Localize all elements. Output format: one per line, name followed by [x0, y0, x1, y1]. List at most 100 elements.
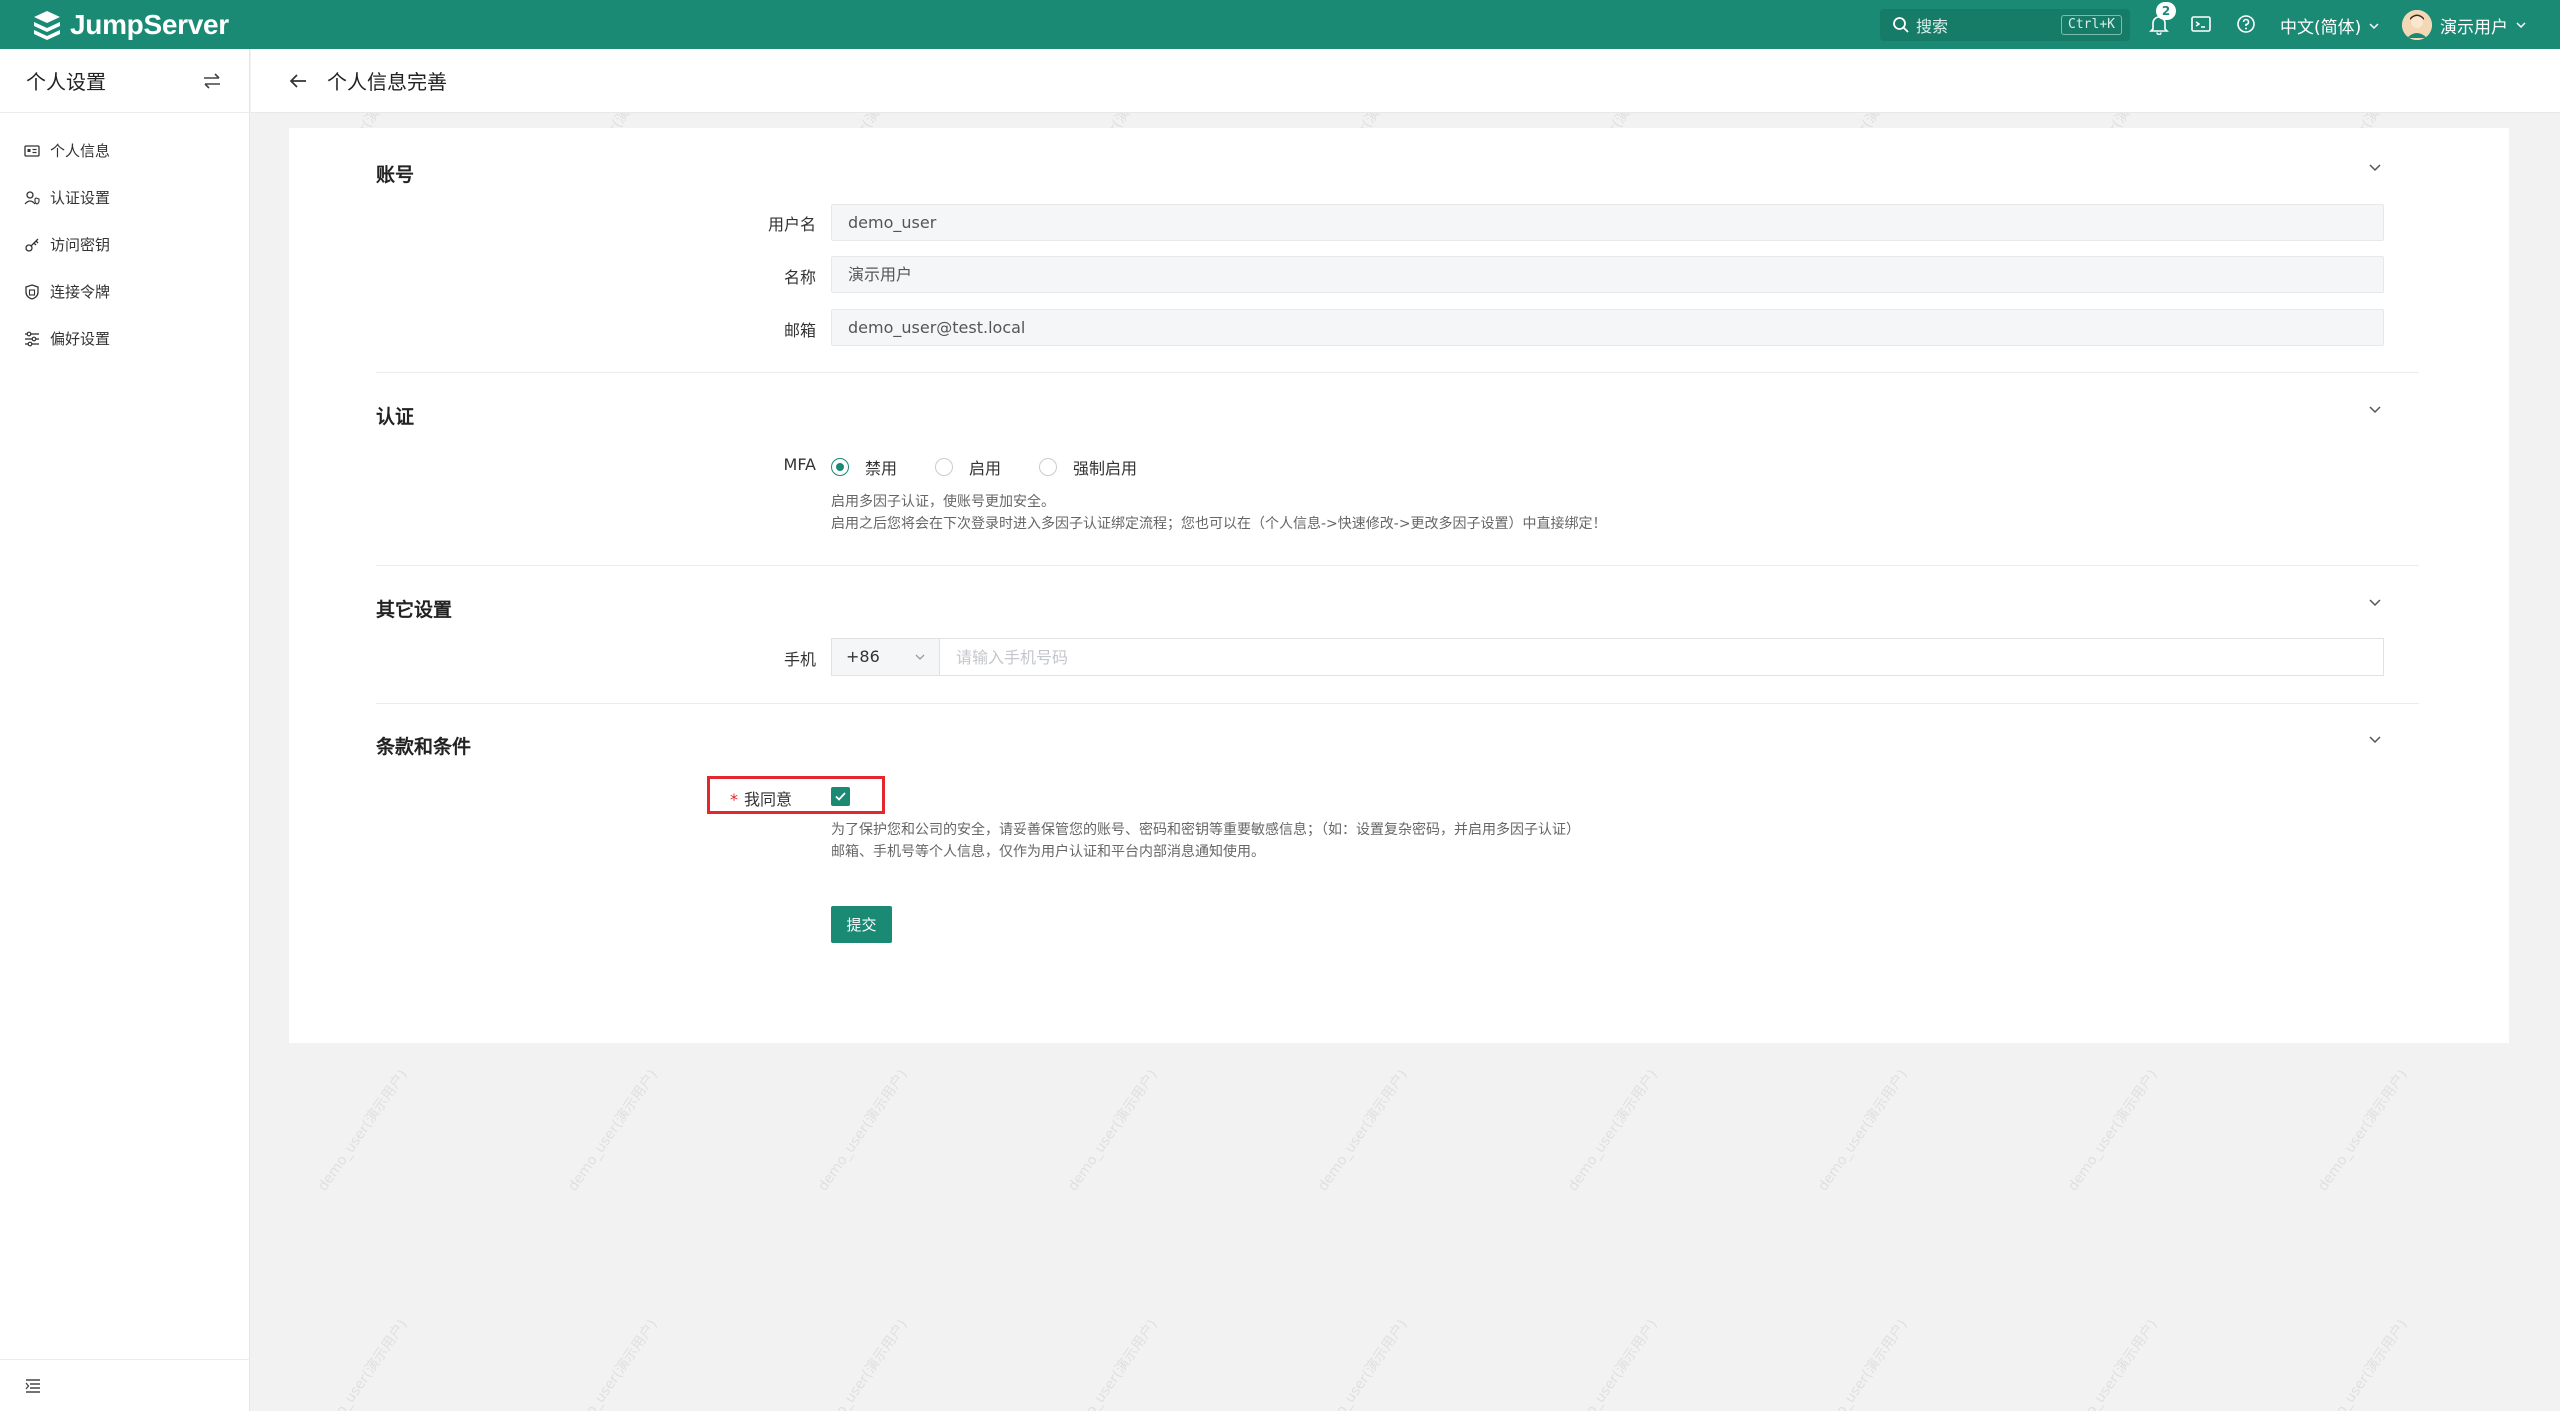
radio-dot	[935, 458, 954, 476]
mfa-radio-group: 禁用 启用 强制启用	[831, 455, 1175, 479]
brand[interactable]: JumpServer	[30, 8, 229, 42]
user-menu[interactable]: 演示用户	[2402, 10, 2528, 40]
watermark-text: demo_user(演示用户)	[2065, 1066, 2161, 1195]
watermark-text: demo_user(演示用户)	[1065, 1066, 1161, 1195]
required-mark: *	[730, 790, 738, 809]
name-label: 名称	[783, 268, 816, 287]
watermark-text: demo_user(演示用户)	[1065, 1316, 1161, 1411]
email-label: 邮箱	[783, 321, 816, 340]
username-label: 用户名	[767, 215, 816, 234]
watermark-text: demo_user(演示用户)	[1315, 1066, 1411, 1195]
watermark-text: demo_user(演示用户)	[2315, 1066, 2411, 1195]
radio-dot	[1039, 458, 1058, 476]
page-title: 个人信息完善	[327, 70, 447, 94]
search-input[interactable]: 搜索 Ctrl+K	[1880, 9, 2130, 41]
jumpserver-logo-icon	[34, 10, 60, 40]
search-shortcut: Ctrl+K	[2061, 15, 2122, 35]
sidebar-title: 个人设置	[26, 70, 106, 94]
sidebar-item-preferences[interactable]: 偏好设置	[0, 315, 249, 362]
chevron-down-icon[interactable]	[2366, 158, 2384, 176]
agree-checkbox[interactable]	[831, 787, 850, 806]
sidebar-nav: 个人信息 认证设置 访问密钥 连接令牌 偏好设置	[0, 113, 249, 362]
sidebar: 个人设置 个人信息 认证设置 访问密钥 连接令牌 偏好设置	[0, 49, 250, 1411]
mfa-hint-2: 启用之后您将会在下次登录时进入多因子认证绑定流程；您也可以在（个人信息->快速修…	[831, 516, 1607, 532]
brand-name: JumpServer	[70, 8, 229, 40]
search-placeholder: 搜索	[1916, 17, 1949, 36]
terminal-icon[interactable]	[2190, 13, 2212, 35]
user-shield-icon	[24, 190, 40, 205]
watermark-text: demo_user(演示用户)	[315, 1066, 411, 1195]
avatar	[2402, 10, 2432, 40]
watermark-text: demo_user(演示用户)	[1565, 1066, 1661, 1195]
sidebar-item-access-key[interactable]: 访问密钥	[0, 221, 249, 268]
mfa-label: MFA	[783, 455, 816, 474]
chevron-down-icon[interactable]	[2366, 730, 2384, 748]
notification-badge: 2	[2156, 2, 2176, 20]
sliders-icon	[25, 331, 39, 346]
mfa-hint-1: 启用多因子认证，使账号更加安全。	[831, 494, 1055, 510]
phone-country-code-select[interactable]: +86	[832, 639, 940, 675]
sidebar-item-auth-settings[interactable]: 认证设置	[0, 174, 249, 221]
sidebar-footer	[0, 1359, 250, 1411]
sidebar-item-profile[interactable]: 个人信息	[0, 127, 249, 174]
sidebar-header: 个人设置	[0, 49, 249, 113]
sidebar-item-label: 个人信息	[50, 142, 111, 160]
user-name: 演示用户	[2440, 17, 2508, 38]
watermark-text: demo_user(演示用户)	[315, 1316, 411, 1411]
chevron-down-icon	[2369, 22, 2379, 29]
check-icon	[835, 792, 846, 801]
watermark-text: demo_user(演示用户)	[1815, 1066, 1911, 1195]
email-field[interactable]: demo_user@test.local	[831, 309, 2384, 346]
back-arrow-icon[interactable]	[287, 70, 309, 92]
switch-view-icon[interactable]	[200, 69, 224, 93]
sidebar-item-label: 访问密钥	[50, 236, 111, 254]
chevron-down-icon[interactable]	[2366, 400, 2384, 418]
top-navbar: JumpServer 搜索 Ctrl+K 2 中文(简体) 演示用户	[0, 0, 2560, 49]
collapse-menu-icon[interactable]	[24, 1376, 44, 1396]
watermark-text: demo_user(演示用户)	[815, 1316, 911, 1411]
sidebar-item-connection-token[interactable]: 连接令牌	[0, 268, 249, 315]
watermark-text: demo_user(演示用户)	[565, 1316, 661, 1411]
mfa-option-force[interactable]: 强制启用	[1039, 455, 1137, 479]
chevron-down-icon	[915, 654, 925, 660]
profile-form-card: 账号 用户名 demo_user 名称 演示用户 邮箱 demo_user@te…	[289, 128, 2509, 1043]
agree-text: 我同意	[744, 790, 793, 809]
sidebar-item-label: 偏好设置	[50, 330, 111, 348]
sidebar-item-label: 认证设置	[50, 189, 111, 207]
watermark-text: demo_user(演示用户)	[2065, 1316, 2161, 1411]
mfa-option-enable[interactable]: 启用	[935, 455, 1001, 479]
divider	[376, 565, 2419, 566]
section-title-terms: 条款和条件	[376, 736, 472, 758]
phone-label: 手机	[783, 650, 816, 669]
phone-input[interactable]	[940, 639, 2383, 675]
mfa-option-disable[interactable]: 禁用	[831, 455, 897, 479]
username-field[interactable]: demo_user	[831, 204, 2384, 241]
id-card-icon	[24, 144, 40, 157]
radio-label: 启用	[969, 459, 1002, 478]
section-title-auth: 认证	[376, 406, 415, 428]
phone-country-code: +86	[846, 647, 880, 666]
section-title-account: 账号	[376, 164, 415, 186]
language-select[interactable]: 中文(简体)	[2280, 13, 2381, 38]
page-header: 个人信息完善	[251, 49, 2560, 113]
chevron-down-icon	[2516, 22, 2526, 29]
divider	[376, 372, 2419, 373]
terms-hint-1: 为了保护您和公司的安全，请妥善保管您的账号、密码和密钥等重要敏感信息；（如：设置…	[831, 822, 1580, 838]
agree-highlight-box: * 我同意	[707, 776, 885, 814]
help-icon[interactable]	[2235, 13, 2257, 35]
divider	[376, 703, 2419, 704]
language-label: 中文(简体)	[2280, 18, 2362, 38]
section-title-other: 其它设置	[376, 599, 453, 621]
radio-label: 禁用	[865, 459, 898, 478]
chevron-down-icon[interactable]	[2366, 593, 2384, 611]
shield-token-icon	[25, 283, 39, 300]
submit-button[interactable]: 提交	[831, 906, 892, 943]
watermark-text: demo_user(演示用户)	[1565, 1316, 1661, 1411]
watermark-text: demo_user(演示用户)	[2315, 1316, 2411, 1411]
agree-label: * 我同意	[730, 786, 792, 810]
terms-hint-2: 邮箱、手机号等个人信息，仅作为用户认证和平台内部消息通知使用。	[831, 844, 1265, 860]
name-field[interactable]: 演示用户	[831, 256, 2384, 293]
radio-dot	[831, 458, 849, 476]
watermark-text: demo_user(演示用户)	[565, 1066, 661, 1195]
key-icon	[25, 238, 39, 252]
